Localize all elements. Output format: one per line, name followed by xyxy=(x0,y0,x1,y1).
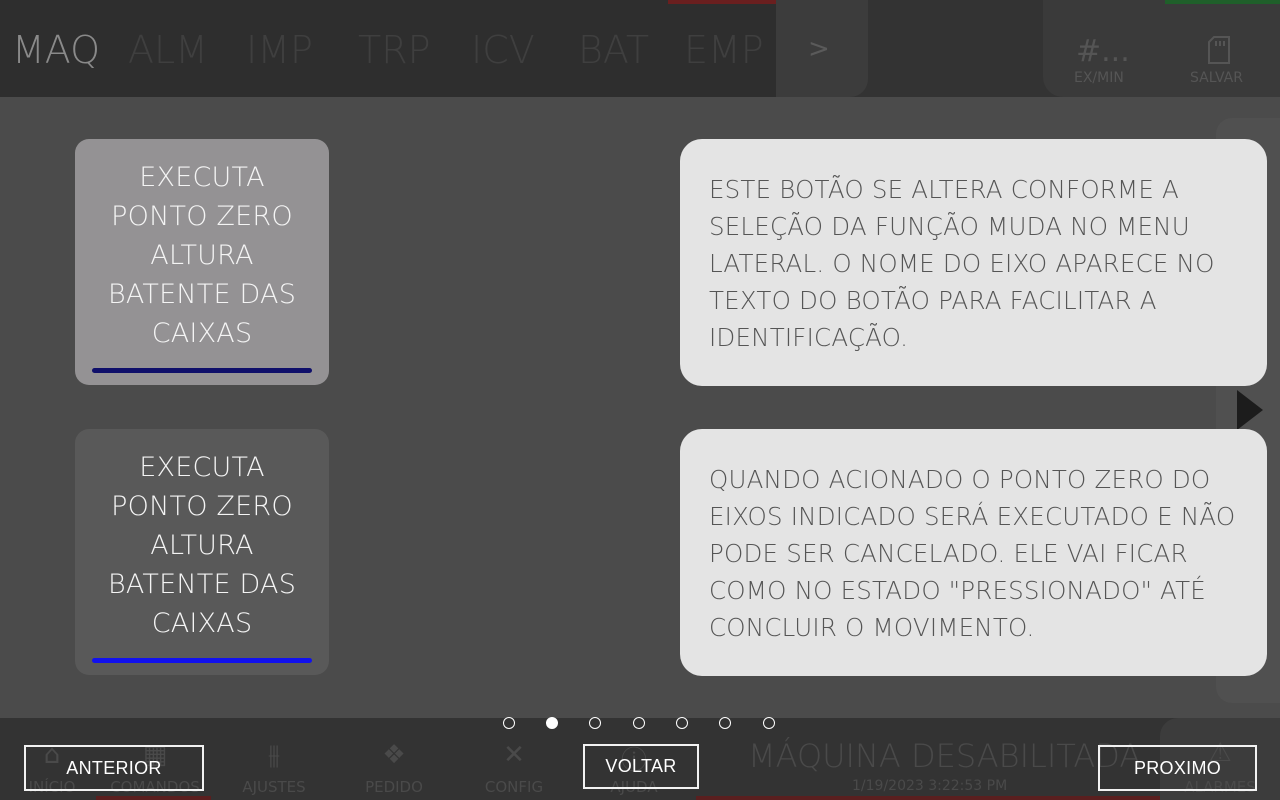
help-note-button-function: ESTE BOTÃO SE ALTERA CONFORME A SELEÇÃO … xyxy=(680,139,1267,386)
nav-order-label: PEDIDO xyxy=(365,778,423,796)
normal-button-text: EXECUTA PONTO ZERO ALTURA BATENTE DAS CA… xyxy=(107,451,297,639)
machine-status: MÁQUINA DESABILITADA xyxy=(748,737,1142,775)
tab-emp[interactable]: EMP xyxy=(684,28,764,72)
page-dot-1[interactable] xyxy=(503,717,515,729)
sd-card-icon[interactable] xyxy=(1208,36,1230,64)
sliders-icon: ⫵ xyxy=(268,740,280,770)
page-dot-7[interactable] xyxy=(763,717,775,729)
tab-maq[interactable]: MAQ xyxy=(12,28,100,72)
page-dot-4[interactable] xyxy=(633,717,645,729)
pressed-button-text: EXECUTA PONTO ZERO ALTURA BATENTE DAS CA… xyxy=(107,161,297,349)
back-button[interactable]: VOLTAR xyxy=(583,744,699,789)
tab-icv[interactable]: ICV xyxy=(471,28,535,72)
tab-alarm-accent xyxy=(668,0,776,4)
status-timestamp: 1/19/2023 3:22:53 PM xyxy=(852,778,1008,794)
rate-label: EX/MIN xyxy=(1074,70,1124,86)
zero-point-button-normal-example: EXECUTA PONTO ZERO ALTURA BATENTE DAS CA… xyxy=(75,429,329,675)
next-button[interactable]: PROXIMO xyxy=(1098,745,1257,791)
nav-config[interactable]: ✕ CONFIG xyxy=(465,718,563,800)
header-status-accent xyxy=(1165,0,1280,4)
more-tabs-label: > xyxy=(808,34,830,64)
tools-icon: ✕ xyxy=(503,740,525,770)
page-dot-6[interactable] xyxy=(719,717,731,729)
nav-order[interactable]: ❖ PEDIDO xyxy=(345,718,443,800)
status-accent xyxy=(696,796,1166,800)
tab-trp[interactable]: TRP xyxy=(358,28,431,72)
page-dot-5[interactable] xyxy=(676,717,688,729)
nav-settings-label: AJUSTES xyxy=(242,778,306,796)
page-dot-3[interactable] xyxy=(589,717,601,729)
save-label: SALVAR xyxy=(1190,70,1243,86)
tab-imp[interactable]: IMP xyxy=(246,28,313,72)
help-note-zero-point-behavior: QUANDO ACIONADO O PONTO ZERO DO EIXOS IN… xyxy=(680,429,1267,676)
page-dot-2[interactable] xyxy=(546,717,558,729)
nav-config-label: CONFIG xyxy=(484,778,544,796)
boxes-icon: ❖ xyxy=(382,740,406,770)
zero-point-button-pressed-example: EXECUTA PONTO ZERO ALTURA BATENTE DAS CA… xyxy=(75,139,329,385)
tab-bat[interactable]: BAT xyxy=(578,28,649,72)
pressed-indicator-bar xyxy=(92,368,312,373)
previous-button[interactable]: ANTERIOR xyxy=(24,745,204,791)
rate-value: #... xyxy=(1076,34,1130,69)
chevron-right-icon[interactable] xyxy=(1237,390,1263,430)
normal-indicator-bar xyxy=(92,658,312,663)
tab-alm[interactable]: ALM xyxy=(128,28,208,72)
nav-settings[interactable]: ⫵ AJUSTES xyxy=(225,718,323,800)
